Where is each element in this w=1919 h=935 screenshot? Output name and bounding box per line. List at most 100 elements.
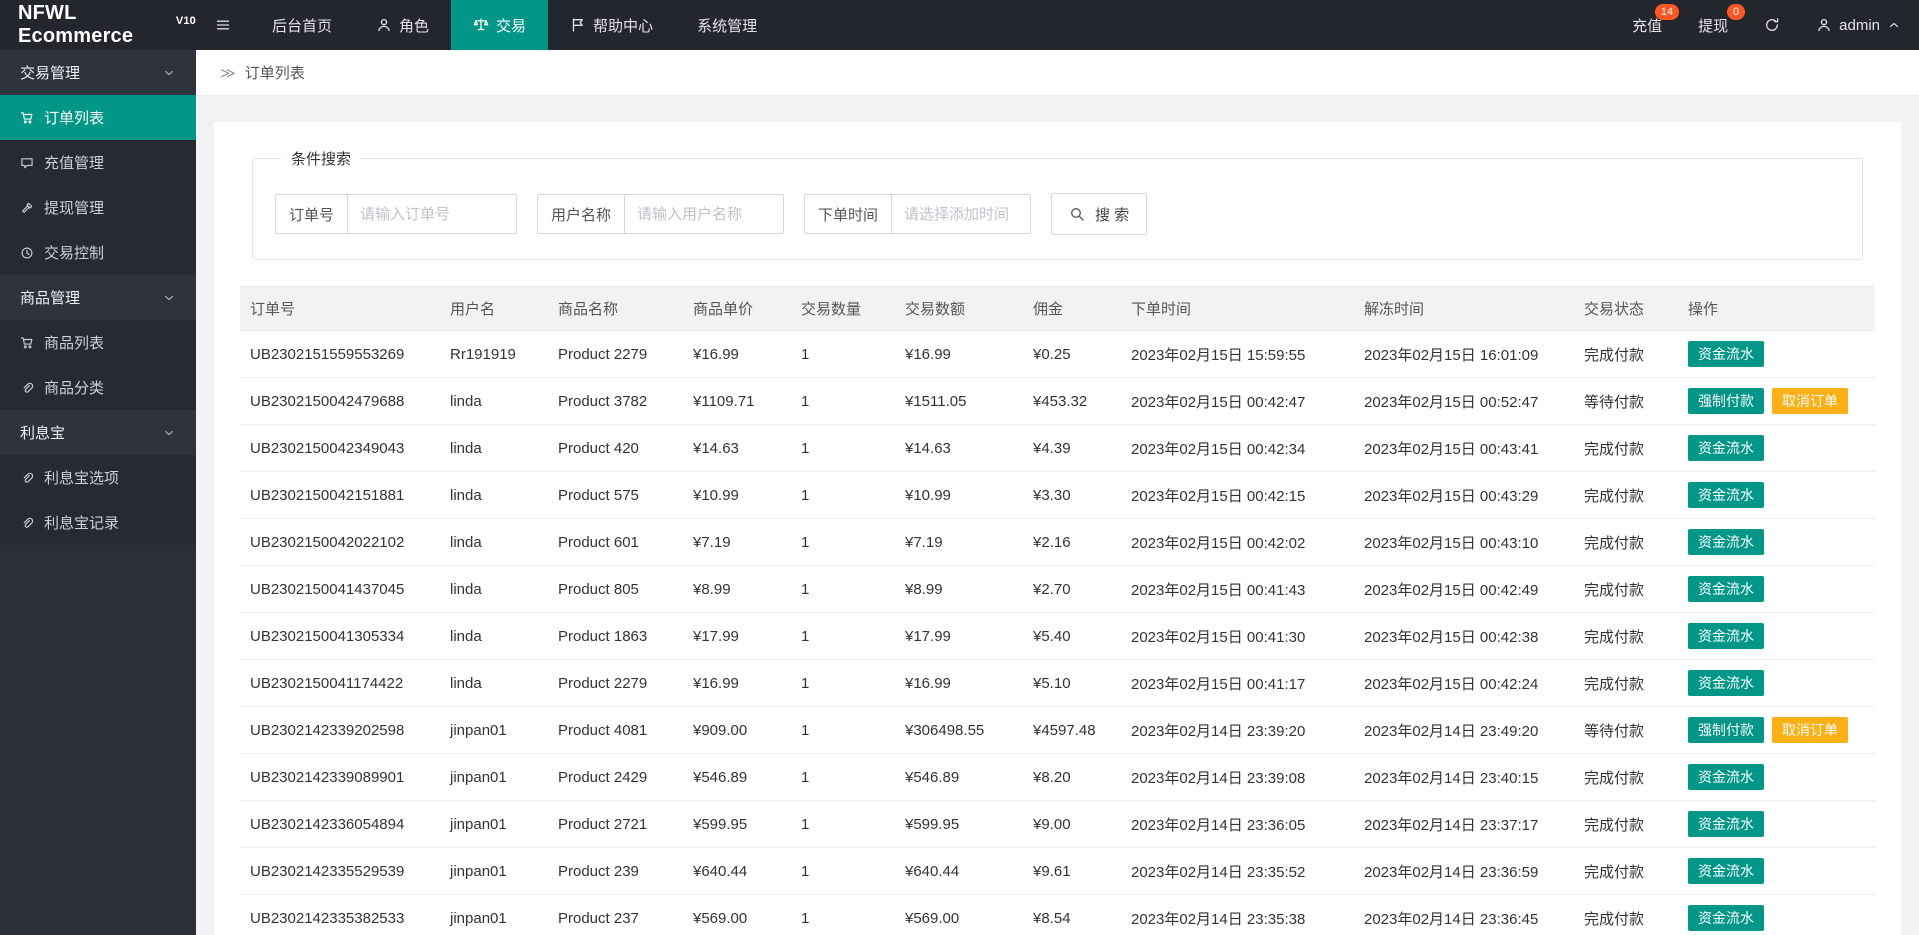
fund-flow-button[interactable]: 资金流水 bbox=[1688, 529, 1764, 555]
cell-price: ¥7.19 bbox=[683, 518, 791, 566]
recharge-link[interactable]: 充值 14 bbox=[1614, 0, 1680, 50]
cell-actions: 资金流水 bbox=[1678, 612, 1875, 660]
cell-amount: ¥640.44 bbox=[895, 847, 1023, 895]
sidebar-item-recharge-management[interactable]: 充值管理 bbox=[0, 140, 196, 185]
order-time-input[interactable] bbox=[891, 194, 1032, 234]
cell-status: 完成付款 bbox=[1574, 753, 1678, 801]
nav-item-label: 后台首页 bbox=[272, 17, 333, 35]
cell-quantity: 1 bbox=[791, 847, 895, 895]
cell-commission: ¥8.54 bbox=[1023, 894, 1121, 935]
table-row: UB2302142339202598 jinpan01 Product 4081 ¥9… bbox=[240, 706, 1875, 754]
fund-flow-button[interactable]: 资金流水 bbox=[1688, 482, 1764, 508]
nav-item-help-center[interactable]: 帮助中心 bbox=[548, 0, 675, 50]
sidebar-group-label: 交易管理 bbox=[20, 65, 81, 82]
topbar: NFWL Ecommerce V10 后台首页 角色 交易 帮助中心 系统管理 充值 14… bbox=[0, 0, 1919, 50]
sidebar-item-label: 利息宝选项 bbox=[44, 470, 120, 487]
sidebar-item-product-list[interactable]: 商品列表 bbox=[0, 320, 196, 365]
nav-item-label: 系统管理 bbox=[697, 17, 758, 35]
cell-amount: ¥17.99 bbox=[895, 612, 1023, 660]
person-icon bbox=[376, 17, 392, 33]
field-label: 订单号 bbox=[275, 194, 349, 234]
search-field-order-no: 订单号 bbox=[275, 194, 518, 234]
nav-item-roles[interactable]: 角色 bbox=[354, 0, 451, 50]
double-arrow-icon: ≫ bbox=[220, 64, 236, 82]
column-header: 订单号 bbox=[240, 286, 440, 331]
cell-commission: ¥2.16 bbox=[1023, 518, 1121, 566]
sidebar-group-label: 利息宝 bbox=[20, 425, 66, 442]
cell-quantity: 1 bbox=[791, 330, 895, 378]
column-header: 解冻时间 bbox=[1354, 286, 1574, 331]
fund-flow-button[interactable]: 资金流水 bbox=[1688, 764, 1764, 790]
person-icon bbox=[1816, 17, 1832, 33]
cell-actions: 资金流水 bbox=[1678, 424, 1875, 472]
app-title: NFWL Ecommerce bbox=[18, 2, 134, 47]
sidebar-item-order-list[interactable]: 订单列表 bbox=[0, 95, 196, 140]
table-row: UB2302142339089901 jinpan01 Product 2429 ¥5… bbox=[240, 753, 1875, 801]
cell-price: ¥14.63 bbox=[683, 424, 791, 472]
nav-item-label: 帮助中心 bbox=[593, 17, 654, 35]
sidebar-item-label: 商品列表 bbox=[44, 335, 105, 352]
table-row: UB2302150041305334 linda Product 1863 ¥17.9… bbox=[240, 612, 1875, 660]
username-input[interactable] bbox=[624, 194, 785, 234]
withdraw-link[interactable]: 提现 0 bbox=[1680, 0, 1746, 50]
cell-price: ¥546.89 bbox=[683, 753, 791, 801]
sidebar-group-product-management[interactable]: 商品管理 bbox=[0, 275, 196, 320]
nav-item-system-management[interactable]: 系统管理 bbox=[675, 0, 779, 50]
menu-toggle[interactable] bbox=[196, 0, 250, 50]
fund-flow-button[interactable]: 资金流水 bbox=[1688, 435, 1764, 461]
cell-order-time: 2023年02月15日 00:42:47 bbox=[1121, 377, 1354, 425]
column-header: 商品单价 bbox=[683, 286, 791, 331]
order-no-input[interactable] bbox=[347, 194, 518, 234]
control-icon bbox=[20, 246, 34, 260]
force-pay-button[interactable]: 强制付款 bbox=[1688, 717, 1764, 743]
cell-amount: ¥306498.55 bbox=[895, 706, 1023, 754]
breadcrumb: ≫ 订单列表 bbox=[196, 50, 1919, 96]
fund-flow-button[interactable]: 资金流水 bbox=[1688, 576, 1764, 602]
sidebar-item-product-category[interactable]: 商品分类 bbox=[0, 365, 196, 410]
search-button[interactable]: 搜 索 bbox=[1051, 193, 1148, 235]
column-header: 下单时间 bbox=[1121, 286, 1354, 331]
force-pay-button[interactable]: 强制付款 bbox=[1688, 388, 1764, 414]
cell-unfreeze-time: 2023年02月15日 00:42:24 bbox=[1354, 659, 1574, 707]
chevron-up-icon bbox=[1887, 18, 1901, 32]
fund-flow-button[interactable]: 资金流水 bbox=[1688, 341, 1764, 367]
nav-item-trade[interactable]: 交易 bbox=[451, 0, 549, 50]
nav-item-label: 角色 bbox=[399, 17, 430, 35]
cell-amount: ¥7.19 bbox=[895, 518, 1023, 566]
sidebar-item-lixibao-records[interactable]: 利息宝记录 bbox=[0, 500, 196, 545]
cell-unfreeze-time: 2023年02月15日 16:01:09 bbox=[1354, 330, 1574, 378]
fund-flow-button[interactable]: 资金流水 bbox=[1688, 905, 1764, 931]
sidebar-group-lixibao[interactable]: 利息宝 bbox=[0, 410, 196, 455]
fund-flow-button[interactable]: 资金流水 bbox=[1688, 623, 1764, 649]
cell-status: 完成付款 bbox=[1574, 471, 1678, 519]
nav-item-dashboard[interactable]: 后台首页 bbox=[250, 0, 354, 50]
cell-actions: 资金流水 bbox=[1678, 753, 1875, 801]
fund-flow-button[interactable]: 资金流水 bbox=[1688, 811, 1764, 837]
cell-actions: 资金流水 bbox=[1678, 894, 1875, 935]
cell-commission: ¥0.25 bbox=[1023, 330, 1121, 378]
sidebar-item-withdraw-management[interactable]: 提现管理 bbox=[0, 185, 196, 230]
cell-price: ¥599.95 bbox=[683, 800, 791, 848]
cart-icon bbox=[20, 336, 34, 350]
chevron-down-icon bbox=[162, 426, 176, 440]
cell-status: 完成付款 bbox=[1574, 518, 1678, 566]
cell-unfreeze-time: 2023年02月15日 00:43:41 bbox=[1354, 424, 1574, 472]
cell-amount: ¥569.00 bbox=[895, 894, 1023, 935]
table-row: UB2302142335382533 jinpan01 Product 237 ¥56… bbox=[240, 894, 1875, 935]
cell-unfreeze-time: 2023年02月14日 23:36:59 bbox=[1354, 847, 1574, 895]
chevron-down-icon bbox=[162, 66, 176, 80]
link-icon bbox=[20, 516, 34, 530]
cell-order-time: 2023年02月15日 00:41:43 bbox=[1121, 565, 1354, 613]
cell-product: Product 2279 bbox=[548, 659, 683, 707]
fund-flow-button[interactable]: 资金流水 bbox=[1688, 858, 1764, 884]
sidebar-item-trade-control[interactable]: 交易控制 bbox=[0, 230, 196, 275]
search-button-label: 搜 索 bbox=[1095, 206, 1130, 224]
sidebar-group-trade-management[interactable]: 交易管理 bbox=[0, 50, 196, 95]
fund-flow-button[interactable]: 资金流水 bbox=[1688, 670, 1764, 696]
cell-order-no: UB2302142335529539 bbox=[240, 847, 440, 895]
admin-menu[interactable]: admin bbox=[1798, 0, 1919, 50]
refresh-button[interactable] bbox=[1746, 0, 1798, 50]
cancel-order-button[interactable]: 取消订单 bbox=[1772, 717, 1848, 743]
sidebar-item-lixibao-options[interactable]: 利息宝选项 bbox=[0, 455, 196, 500]
cancel-order-button[interactable]: 取消订单 bbox=[1772, 388, 1848, 414]
